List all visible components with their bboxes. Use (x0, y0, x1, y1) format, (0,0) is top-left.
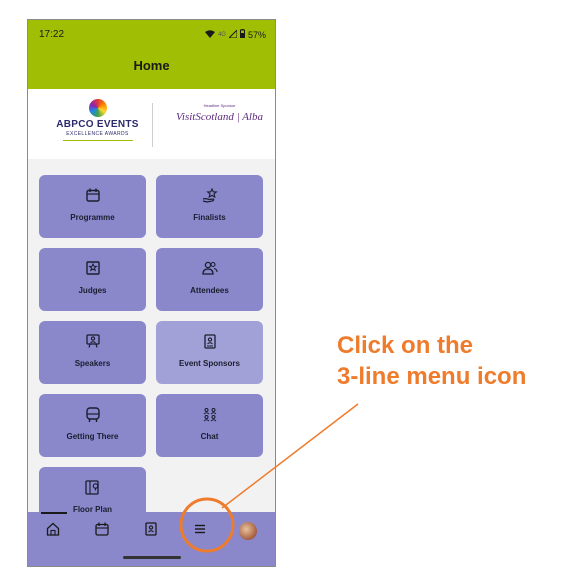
annotation-highlight-circle (179, 497, 235, 553)
annotation-pointer-line (221, 403, 359, 509)
annotation-overlay (179, 403, 359, 553)
annotation-line-1: Click on the (337, 332, 474, 359)
annotation-text: Click on the 3-line menu icon (337, 330, 526, 392)
annotation-line-2: 3-line menu icon (337, 363, 527, 390)
